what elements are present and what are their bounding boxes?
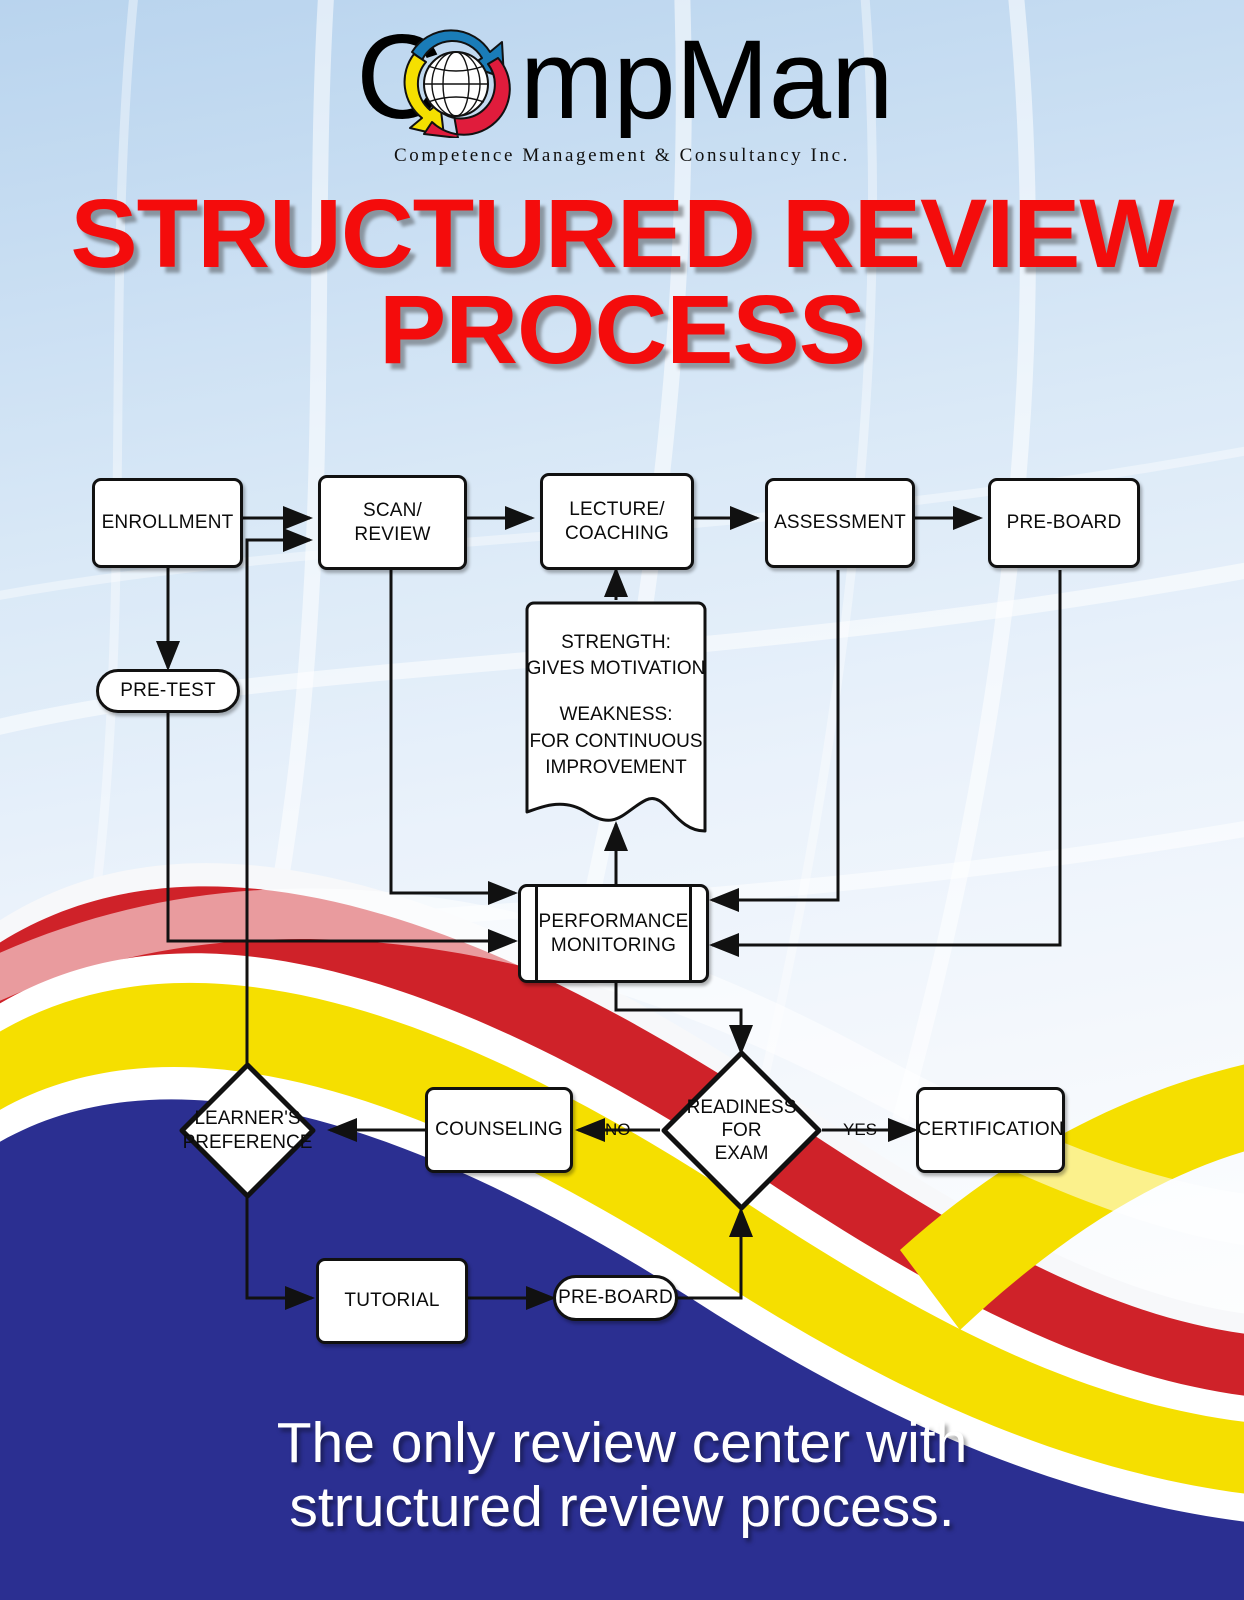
node-assessment[interactable]: ASSESSMENT <box>765 478 915 568</box>
node-readiness-for-exam[interactable]: READINESS FOR EXAM <box>661 1050 822 1211</box>
footer-tagline-line2: structured review process. <box>289 1474 955 1539</box>
node-tutorial[interactable]: TUTORIAL <box>316 1258 468 1344</box>
node-learners-preference-label: LEARNER'S PREFERENCE <box>183 1107 313 1153</box>
node-scan-review-label: SCAN/ REVIEW <box>354 499 430 545</box>
scan-line2: REVIEW <box>354 523 431 545</box>
node-lecture-coaching[interactable]: LECTURE/ COACHING <box>540 473 694 570</box>
node-strength-weakness[interactable]: STRENGTH: GIVES MOTIVATION WEAKNESS: FOR… <box>524 600 708 834</box>
process-bar-right <box>689 884 692 983</box>
node-tutorial-label: TUTORIAL <box>344 1290 440 1312</box>
node-performance-monitoring-label: PERFORMANCE MONITORING <box>539 910 689 956</box>
node-pre-test[interactable]: PRE-TEST <box>96 669 240 713</box>
node-scan-review[interactable]: SCAN/ REVIEW <box>318 475 467 570</box>
learners-line2: PREFERENCE <box>182 1131 313 1153</box>
lecture-line1: LECTURE/ <box>569 499 665 521</box>
node-certification-label: CERTIFICATION <box>917 1119 1064 1141</box>
node-preboard-bottom[interactable]: PRE-BOARD <box>553 1275 678 1321</box>
node-lecture-coaching-label: LECTURE/ COACHING <box>565 498 669 544</box>
node-enrollment-label: ENROLLMENT <box>101 512 234 534</box>
node-assessment-label: ASSESSMENT <box>774 512 906 534</box>
flowchart: ENROLLMENT SCAN/ REVIEW LECTURE/ COACHIN… <box>0 0 1244 1600</box>
node-preboard-top-label: PRE-BOARD <box>1006 512 1122 534</box>
edge-label-yes: YES <box>843 1120 878 1139</box>
readiness-line2: FOR <box>721 1119 762 1141</box>
footer-tagline-line1: The only review center with <box>276 1411 968 1475</box>
weakness-line2: FOR CONTINUOUS <box>529 730 703 752</box>
strength-line1: STRENGTH: <box>561 632 671 653</box>
poster-canvas: C mpMan Competence Management & Consulta… <box>0 0 1244 1600</box>
learners-line1: LEARNER'S <box>194 1108 301 1130</box>
node-strength-weakness-label: STRENGTH: GIVES MOTIVATION WEAKNESS: FOR… <box>524 630 708 781</box>
node-enrollment[interactable]: ENROLLMENT <box>92 478 243 568</box>
footer-tagline: The only review center with structured r… <box>0 1411 1244 1540</box>
node-pre-test-label: PRE-TEST <box>120 680 216 702</box>
perf-line2: MONITORING <box>550 934 677 956</box>
node-readiness-for-exam-label: READINESS FOR EXAM <box>687 1096 797 1166</box>
node-certification[interactable]: CERTIFICATION <box>916 1087 1065 1173</box>
node-counseling-label: COUNSELING <box>435 1119 563 1141</box>
weakness-line3: IMPROVEMENT <box>545 756 687 778</box>
perf-line1: PERFORMANCE <box>538 911 689 933</box>
scan-line1: SCAN/ <box>362 500 423 522</box>
readiness-line1: READINESS <box>686 1096 797 1118</box>
node-preboard-top[interactable]: PRE-BOARD <box>988 478 1140 568</box>
weakness-line1: WEAKNESS: <box>559 704 673 726</box>
strength-line2: GIVES MOTIVATION <box>526 658 706 680</box>
node-preboard-bottom-label: PRE-BOARD <box>558 1287 673 1309</box>
node-learners-preference[interactable]: LEARNER'S PREFERENCE <box>179 1062 316 1199</box>
readiness-line3: EXAM <box>714 1143 769 1165</box>
node-performance-monitoring[interactable]: PERFORMANCE MONITORING <box>518 884 709 983</box>
lecture-line2: COACHING <box>565 522 669 544</box>
edge-label-no: NO <box>605 1120 631 1139</box>
process-bar-left <box>535 884 538 983</box>
node-counseling[interactable]: COUNSELING <box>425 1087 573 1173</box>
